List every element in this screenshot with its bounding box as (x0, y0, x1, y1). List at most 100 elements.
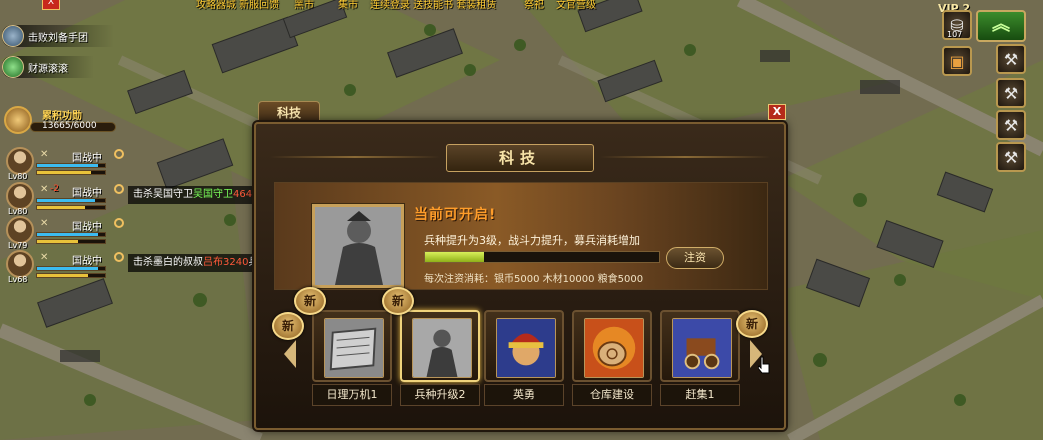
open-title: 当前可开启! (414, 207, 497, 223)
tech-item[interactable]: 日理万机1 (312, 310, 392, 408)
upgrade-button[interactable]: ︽ (976, 10, 1026, 42)
new-badge: 新 (736, 310, 768, 338)
new-badge: 新 (382, 287, 414, 315)
coin-button[interactable]: ⛁ 107 (942, 10, 972, 40)
crossed-swords-icon: ✕ (40, 218, 49, 229)
morale-bar (36, 170, 106, 175)
crossed-swords-icon: ✕ (40, 149, 49, 160)
kill-task-1[interactable]: 击杀吴国守卫吴国守卫4647 (128, 186, 254, 204)
hero-level: Lv80 (8, 207, 28, 216)
top-menu-bar: X 攻略器城 新服回馈 黑市 集市 连续登录 送技能书 套装租赁 祭祀 文官营级 (0, 0, 1043, 11)
hero-status: 国战中 (72, 222, 102, 233)
item-frame (312, 310, 392, 382)
item-name: 兵种升级2 (400, 384, 480, 406)
axe-icon: ⚒ (1003, 84, 1019, 103)
hero-slot[interactable]: Lv79 ✕ 国战中 (6, 216, 126, 252)
magnifier-icon[interactable] (114, 149, 124, 159)
hero-level: Lv68 (8, 275, 28, 284)
kill-task-target: 吕布 (203, 257, 223, 268)
upgrade-arrow-icon: ︽ (992, 14, 1010, 35)
morale-bar (36, 205, 106, 210)
tech-item[interactable]: 赶集1 (660, 310, 740, 408)
morale-bar (36, 273, 106, 278)
scroll-icon (324, 318, 384, 378)
kill-task-count: 4647 (233, 189, 254, 200)
hp-bar (36, 198, 106, 203)
menu-item-login-rewards[interactable]: 连续登录 送技能书 套装租赁 (370, 0, 496, 11)
general-icon (2, 25, 24, 47)
hero-level: Lv79 (8, 241, 28, 250)
treasure-chest-icon (4, 106, 32, 134)
item-name: 仓库建设 (572, 384, 652, 406)
item-name: 日理万机1 (312, 384, 392, 406)
hero-level: Lv80 (8, 172, 28, 181)
helmet-hero-icon (496, 318, 556, 378)
cart-icon (672, 318, 732, 378)
hand-cursor-icon (758, 356, 770, 374)
header-ornament-left (270, 156, 440, 158)
menu-item-sacrifice[interactable]: 祭祀 (524, 0, 544, 11)
hero-slot[interactable]: Lv80 ✕ 国战中 (6, 147, 126, 183)
quest-item[interactable]: 击败刘备手团 (2, 25, 114, 47)
menu-item-officials[interactable]: 文官营级 (556, 0, 596, 11)
tech-item[interactable]: 仓库建设 (572, 310, 652, 408)
avatar (6, 250, 34, 278)
hp-bar (36, 232, 106, 237)
item-frame (660, 310, 740, 382)
coin-stack-icon (2, 56, 24, 78)
hero-number: -2 (50, 184, 59, 194)
axe-icon: ⚒ (1003, 50, 1019, 69)
magnifier-icon[interactable] (114, 218, 124, 228)
tech-item[interactable]: 英勇 (484, 310, 564, 408)
merit-value: 13665/6000 (42, 121, 97, 131)
crossed-swords-icon: ✕ (40, 184, 49, 195)
quest-item[interactable]: 财源滚滚 (2, 56, 94, 78)
item-frame (400, 310, 480, 382)
new-badge: 新 (272, 312, 304, 340)
hero-slot[interactable]: Lv80 ✕ -2 国战中 (6, 182, 126, 218)
axe-button-1[interactable]: ⚒ (996, 44, 1026, 74)
tech-item-selected[interactable]: 兵种升级2 (400, 310, 480, 408)
kill-task-2[interactable]: 击杀墨白的叔叔吕布3240兵 (128, 254, 254, 272)
crossed-swords-icon: ✕ (40, 252, 49, 263)
item-name: 赶集1 (660, 384, 740, 406)
menu-item-black-market[interactable]: 黑市 (294, 0, 314, 11)
scroll-left-arrow[interactable] (284, 340, 296, 368)
tech-description: 兵种提升为3级，战斗力提升，募兵消耗增加 (424, 234, 640, 247)
top-close-button[interactable]: X (42, 0, 60, 10)
menu-item-event[interactable]: 攻略器城 新服回馈 (196, 0, 279, 11)
hero-status: 国战中 (72, 256, 102, 267)
kill-task-prefix: 击杀墨白的叔叔 (133, 257, 203, 268)
axe-icon: ⚒ (1003, 116, 1019, 135)
axe-button-4[interactable]: ⚒ (996, 142, 1026, 172)
magnifier-icon[interactable] (114, 252, 124, 262)
dialog-header: 科技 (270, 140, 770, 176)
soldier-portrait-icon (315, 207, 401, 285)
hero-status: 国战中 (72, 188, 102, 199)
menu-item-market[interactable]: 集市 (338, 0, 358, 11)
item-frame (572, 310, 652, 382)
invest-button[interactable]: 注资 (666, 247, 724, 269)
new-badge: 新 (294, 287, 326, 315)
invest-cost: 每次注资消耗：银币5000 木材10000 粮食5000 (424, 274, 644, 285)
close-button[interactable]: X (768, 104, 786, 120)
coin-count: 107 (947, 30, 963, 39)
quest-label: 财源滚滚 (28, 63, 68, 75)
avatar (6, 216, 34, 244)
gift-button[interactable]: ▣ (942, 46, 972, 76)
avatar (6, 182, 34, 210)
kill-task-target: 吴国守卫 (193, 189, 233, 200)
kill-task-count: 3240 (223, 257, 249, 268)
page-title: 科技 (446, 144, 594, 172)
hero-slot[interactable]: Lv68 ✕ 国战中 (6, 250, 126, 286)
axe-button-3[interactable]: ⚒ (996, 110, 1026, 140)
avatar (6, 147, 34, 175)
morale-bar (36, 239, 106, 244)
merit-panel[interactable]: 累积功勋 13665/6000 (4, 106, 116, 134)
hero-status: 国战中 (72, 153, 102, 164)
gift-icon: ▣ (949, 52, 965, 71)
axe-button-2[interactable]: ⚒ (996, 78, 1026, 108)
soldier-icon (412, 318, 472, 378)
magnifier-icon[interactable] (114, 184, 124, 194)
item-name: 英勇 (484, 384, 564, 406)
